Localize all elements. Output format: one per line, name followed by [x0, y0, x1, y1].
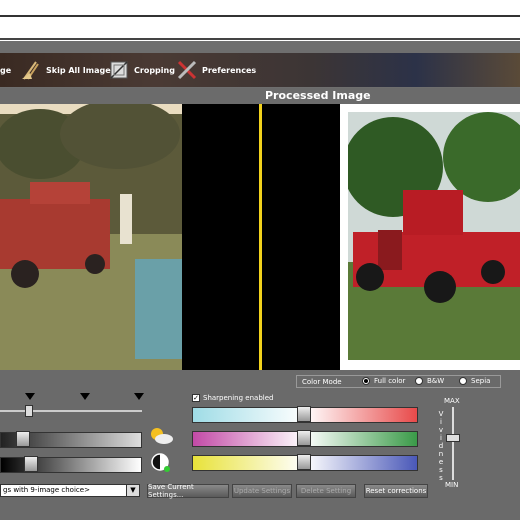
brightness-thumb[interactable]	[16, 431, 30, 447]
sun-cloud-icon	[151, 428, 173, 444]
radio-bw[interactable]	[415, 377, 423, 385]
level-marker[interactable]	[25, 393, 35, 400]
split-divider-handle[interactable]	[259, 104, 262, 370]
yellow-blue-thumb[interactable]	[297, 454, 311, 470]
color-mode-group: Color Mode Full color B&W Sepia	[296, 375, 501, 388]
reset-corrections-button[interactable]: Reset corrections	[364, 484, 428, 498]
bw-label: B&W	[427, 377, 445, 385]
vividness-track[interactable]	[452, 407, 454, 480]
vividness-thumb[interactable]	[446, 434, 460, 442]
sharpening-label: Sharpening enabled	[203, 394, 274, 402]
update-settings-label: Update Settings	[233, 487, 291, 495]
levels-track[interactable]	[0, 410, 142, 412]
contrast-thumb[interactable]	[24, 456, 38, 472]
delete-setting-label: Delete Setting	[300, 487, 352, 495]
window-frame-top	[0, 0, 520, 40]
vividness-max-label: MAX	[444, 397, 460, 405]
vividness-letter: d	[438, 442, 444, 450]
window-border	[0, 15, 520, 17]
toolbar-partial-label: ge	[0, 65, 12, 75]
vividness-letter: s	[439, 474, 443, 482]
processed-image-preview	[348, 112, 520, 360]
contrast-icon	[151, 453, 170, 472]
chevron-down-icon[interactable]: ▼	[126, 485, 139, 496]
processed-photo	[348, 112, 520, 360]
vividness-letter: n	[438, 450, 444, 458]
vividness-letter: V	[438, 410, 444, 418]
save-settings-label: Save Current Settings...	[148, 483, 194, 499]
sharpening-checkbox-row[interactable]: ✓ Sharpening enabled	[192, 394, 273, 402]
save-settings-button[interactable]: Save Current Settings...	[147, 483, 229, 499]
color-mode-label: Color Mode	[302, 378, 342, 386]
original-image-preview	[0, 104, 182, 370]
skip-all-images-label: Skip All Images	[46, 65, 116, 75]
window-border	[0, 38, 520, 40]
color-mode-sepia[interactable]: Sepia	[459, 377, 490, 385]
reset-corrections-label: Reset corrections	[365, 487, 427, 495]
full-color-label: Full color	[374, 377, 406, 385]
delete-setting-button[interactable]: Delete Setting	[296, 484, 356, 498]
color-mode-full[interactable]: Full color	[362, 377, 405, 385]
crop-icon	[110, 61, 128, 79]
processed-image-header: Processed Image	[0, 88, 520, 104]
original-photo	[0, 104, 182, 370]
toolbar: ge Skip All Images Cropping Preferences	[0, 53, 520, 87]
preferences-button[interactable]: Preferences	[176, 53, 256, 87]
level-marker[interactable]	[80, 393, 90, 400]
tools-icon	[177, 60, 197, 80]
cyan-red-thumb[interactable]	[297, 406, 311, 422]
levels-thumb[interactable]	[25, 405, 33, 417]
vividness-letter: i	[440, 434, 442, 442]
magenta-green-thumb[interactable]	[297, 430, 311, 446]
broom-icon	[22, 61, 39, 80]
radio-full-color[interactable]	[362, 377, 370, 385]
cropping-button[interactable]: Cropping	[108, 53, 175, 87]
sharpening-checkbox[interactable]: ✓	[192, 394, 200, 402]
skip-all-images-button[interactable]: Skip All Images	[20, 53, 115, 87]
cropping-label: Cropping	[134, 65, 175, 75]
vividness-label: V i v i d n e s s	[437, 410, 445, 482]
preset-select[interactable]: gs with 9-image choice> ▼	[0, 484, 140, 497]
toolbar-item-partial[interactable]: ge	[0, 53, 11, 87]
vividness-letter: s	[439, 466, 443, 474]
level-marker[interactable]	[134, 393, 144, 400]
vividness-letter: e	[438, 458, 444, 466]
corrections-panel: gs with 9-image choice> ▼ Color Mode Ful…	[0, 370, 520, 520]
preferences-label: Preferences	[202, 65, 257, 75]
preset-select-value: gs with 9-image choice>	[3, 486, 90, 494]
processed-image-title: Processed Image	[265, 89, 371, 102]
update-settings-button[interactable]: Update Settings	[232, 484, 292, 498]
vividness-min-label: MIN	[445, 481, 459, 489]
color-mode-bw[interactable]: B&W	[415, 377, 444, 385]
sepia-label: Sepia	[471, 377, 491, 385]
contrast-slider[interactable]	[0, 457, 142, 473]
radio-sepia[interactable]	[459, 377, 467, 385]
vividness-letter: i	[440, 418, 442, 426]
vividness-letter: v	[438, 426, 444, 434]
